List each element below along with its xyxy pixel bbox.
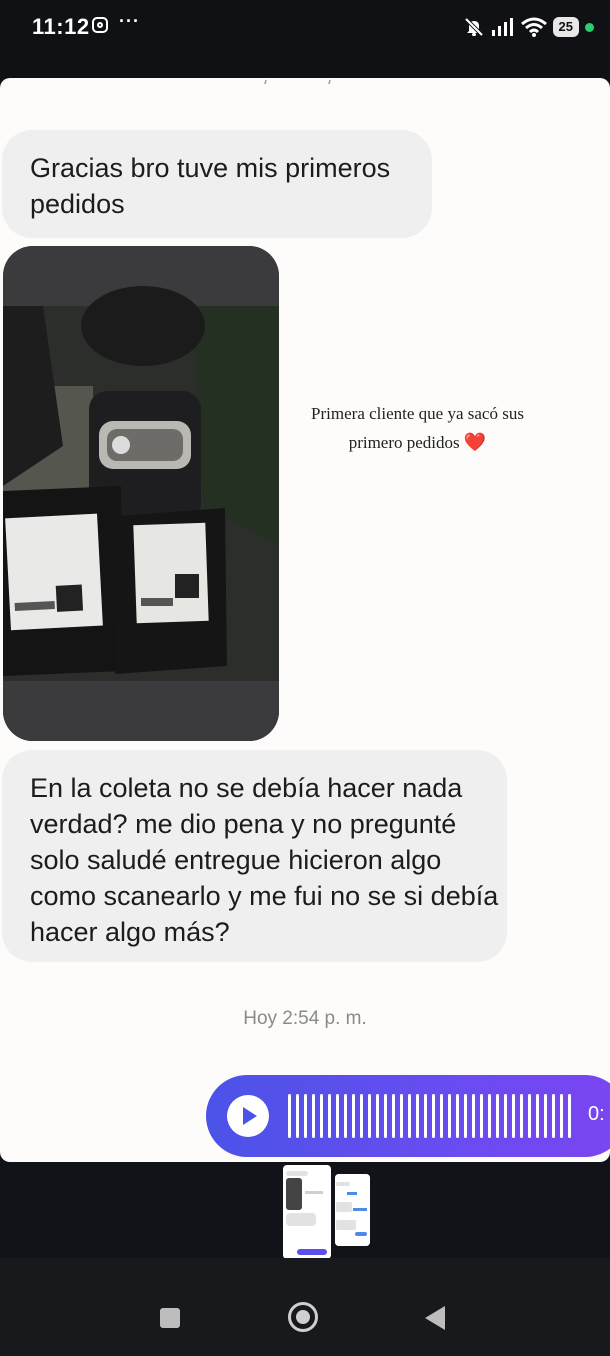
status-icons: 25 bbox=[463, 14, 594, 40]
home-button[interactable] bbox=[288, 1302, 318, 1332]
status-time: 11:12 bbox=[32, 14, 90, 39]
waveform-bar bbox=[536, 1094, 539, 1138]
waveform-bar bbox=[432, 1094, 435, 1138]
more-notifications-indicator: ··· bbox=[119, 11, 140, 31]
waveform-bar bbox=[568, 1094, 571, 1138]
audio-duration: 0: bbox=[588, 1103, 605, 1125]
waveform-bar bbox=[488, 1094, 491, 1138]
waveform-bar bbox=[336, 1094, 339, 1138]
waveform-bar bbox=[328, 1094, 331, 1138]
waveform-bar bbox=[512, 1094, 515, 1138]
wifi-icon bbox=[520, 17, 547, 37]
message-bubble-received: En la coleta no se debía hacer nada verd… bbox=[2, 750, 507, 962]
battery-icon: 25 bbox=[552, 17, 579, 37]
waveform-bar bbox=[440, 1094, 443, 1138]
waveform-bar bbox=[320, 1094, 323, 1138]
heart-emoji: ❤️ bbox=[463, 432, 487, 452]
privacy-indicator-dot bbox=[585, 22, 594, 32]
screenshot-preview: Gracias bro tuve mis primeros pedidos Pr… bbox=[0, 78, 610, 1162]
waveform-bar bbox=[528, 1094, 531, 1138]
audio-waveform bbox=[288, 1094, 571, 1138]
waveform-bar bbox=[424, 1094, 427, 1138]
back-button[interactable] bbox=[425, 1306, 445, 1330]
thumbnail-strip bbox=[0, 1162, 610, 1259]
system-navigation-bar bbox=[0, 1258, 610, 1356]
waveform-bar bbox=[400, 1094, 403, 1138]
message-timestamp: Hoy 2:54 p. m. bbox=[243, 1008, 367, 1029]
thumbnail[interactable] bbox=[335, 1174, 370, 1246]
instagram-icon bbox=[92, 17, 108, 33]
thumbnail-selected[interactable] bbox=[283, 1165, 331, 1259]
shared-photo[interactable] bbox=[3, 246, 279, 741]
waveform-bar bbox=[472, 1094, 475, 1138]
photo-caption: Primera cliente que ya sacó sus primero … bbox=[290, 400, 545, 457]
caption-text: Primera cliente que ya sacó sus primero … bbox=[311, 404, 524, 452]
waveform-bar bbox=[304, 1094, 307, 1138]
waveform-bar bbox=[416, 1094, 419, 1138]
waveform-bar bbox=[368, 1094, 371, 1138]
waveform-bar bbox=[352, 1094, 355, 1138]
waveform-bar bbox=[392, 1094, 395, 1138]
mute-icon bbox=[464, 17, 483, 37]
waveform-bar bbox=[520, 1094, 523, 1138]
signal-icon bbox=[491, 18, 513, 36]
waveform-bar bbox=[408, 1094, 411, 1138]
waveform-bar bbox=[344, 1094, 347, 1138]
cropped-text-fragment bbox=[264, 79, 331, 85]
waveform-bar bbox=[384, 1094, 387, 1138]
waveform-bar bbox=[504, 1094, 507, 1138]
waveform-bar bbox=[360, 1094, 363, 1138]
status-bar: 11:12 ··· 25 bbox=[0, 0, 610, 56]
play-icon[interactable] bbox=[227, 1095, 269, 1137]
waveform-bar bbox=[544, 1094, 547, 1138]
waveform-bar bbox=[448, 1094, 451, 1138]
waveform-bar bbox=[296, 1094, 299, 1138]
waveform-bar bbox=[376, 1094, 379, 1138]
waveform-bar bbox=[552, 1094, 555, 1138]
voice-message[interactable]: 0: bbox=[206, 1075, 610, 1157]
waveform-bar bbox=[480, 1094, 483, 1138]
waveform-bar bbox=[312, 1094, 315, 1138]
waveform-bar bbox=[464, 1094, 467, 1138]
waveform-bar bbox=[560, 1094, 563, 1138]
waveform-bar bbox=[456, 1094, 459, 1138]
recents-button[interactable] bbox=[160, 1308, 180, 1328]
waveform-bar bbox=[288, 1094, 291, 1138]
message-bubble-received: Gracias bro tuve mis primeros pedidos bbox=[2, 130, 432, 238]
waveform-bar bbox=[496, 1094, 499, 1138]
